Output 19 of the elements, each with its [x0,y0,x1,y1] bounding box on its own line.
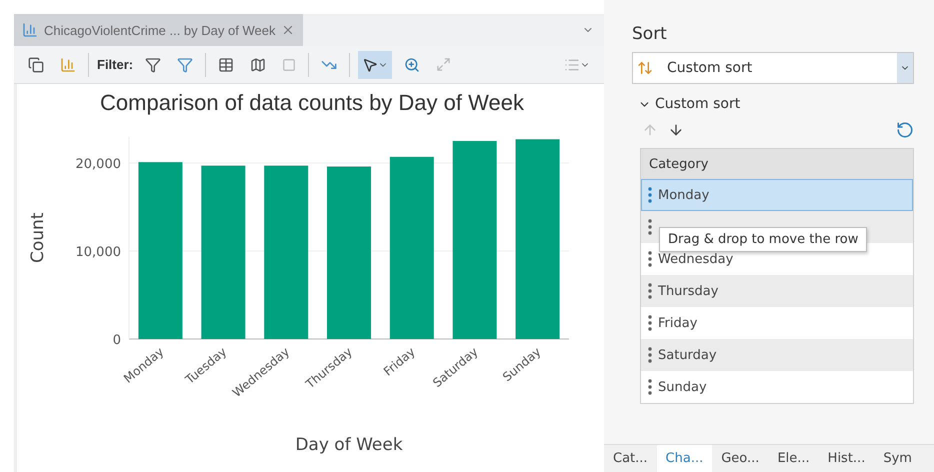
chart-title: Comparison of data counts by Day of Week [100,90,524,115]
category-label: Friday [658,316,698,330]
y-axis-title: Count [28,212,48,264]
tab-title: ChicagoViolentCrime ... by Day of Week [44,22,276,38]
category-label: Wednesday [658,252,734,266]
sort-heading: Sort [632,24,668,44]
dropdown-value: Custom sort [667,60,752,76]
filter-label: Filter: [97,57,134,72]
y-tick-label: 10,000 [76,245,121,260]
y-tick-label: 0 [112,333,121,348]
tooltip: Drag & drop to move the row [659,227,868,252]
y-tick-label: 20,000 [76,157,121,172]
category-label: Monday [658,188,710,202]
x-axis-title: Day of Week [295,435,403,455]
section-title: Custom sort [655,96,740,112]
category-label: Thursday [658,284,718,298]
category-label: Saturday [658,348,717,362]
category-label: Sunday [658,380,707,394]
column-header: Category [641,149,913,179]
